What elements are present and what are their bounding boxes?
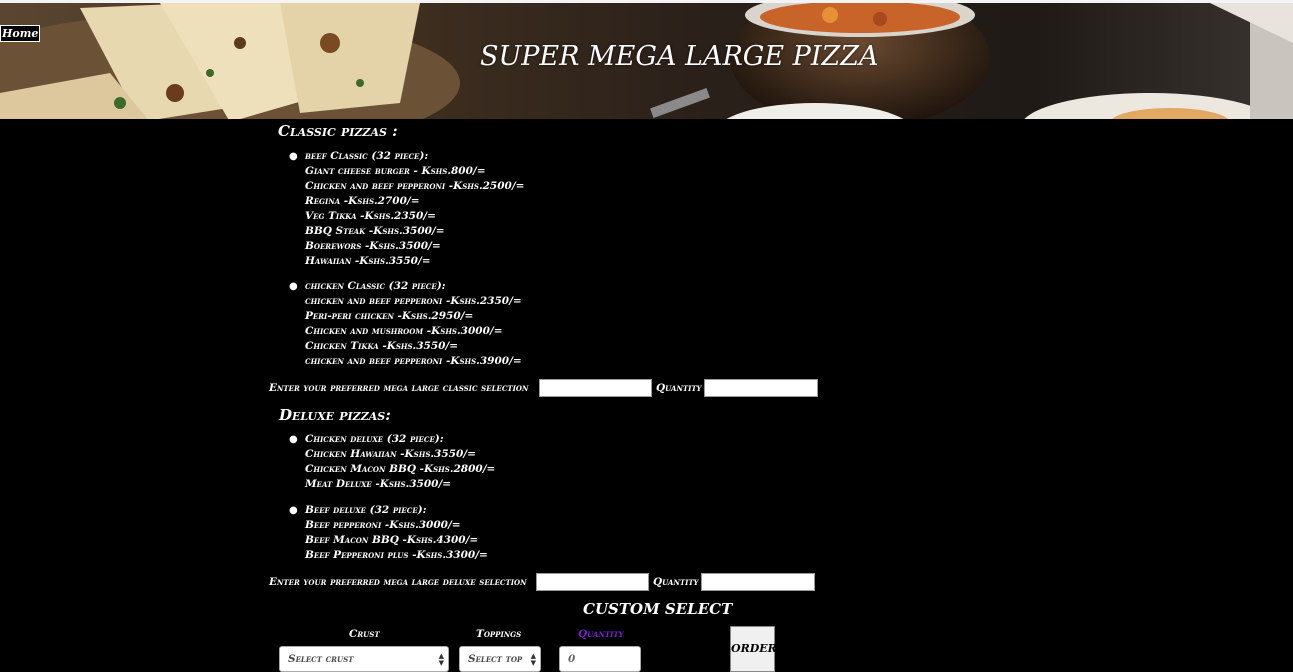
deluxe-selection-label: Enter your preferred mega large deluxe s… xyxy=(269,576,527,588)
classic-pizzas-heading: Classic pizzas : xyxy=(278,122,398,140)
group-title: chicken Classic (32 piece): xyxy=(305,280,446,292)
toppings-select-value: Select top xyxy=(468,653,523,665)
classic-selection-label: Enter your preferred mega large classic … xyxy=(269,382,529,394)
group-title: beef Classic (32 piece): xyxy=(305,150,429,162)
list-item: chicken and beef pepperoni -Kshs.3900/= xyxy=(305,355,522,367)
group-title: Chicken deluxe (32 piece): xyxy=(305,433,444,445)
group-title: Beef deluxe (32 piece): xyxy=(305,504,427,516)
home-link[interactable]: Home xyxy=(0,25,41,42)
deluxe-quantity-label: Quantity xyxy=(653,576,699,588)
list-item: Beef pepperoni -Kshs.3000/= xyxy=(305,519,461,531)
classic-selection-input[interactable] xyxy=(539,379,652,397)
list-item: Chicken and mushroom -Kshs.3000/= xyxy=(305,325,503,337)
list-item: chicken and beef pepperoni -Kshs.2350/= xyxy=(305,295,522,307)
classic-entry-row: Enter your preferred mega large classic … xyxy=(269,379,829,399)
deluxe-quantity-input[interactable] xyxy=(701,573,815,591)
list-item: Peri-peri chicken -Kshs.2950/= xyxy=(305,310,474,322)
list-item: Hawaiian -Kshs.3550/= xyxy=(305,255,431,267)
list-item: Chicken and beef pepperoni -Kshs.2500/= xyxy=(305,180,525,192)
custom-quantity-input[interactable]: 0 xyxy=(559,646,641,672)
list-item: Chicken Hawaiian -Kshs.3550/= xyxy=(305,448,476,460)
select-arrows-icon: ▲ ▼ xyxy=(438,651,444,667)
deluxe-entry-row: Enter your preferred mega large deluxe s… xyxy=(269,573,829,593)
order-button[interactable]: ORDER xyxy=(730,626,777,672)
bullet-icon: ● xyxy=(289,505,298,516)
custom-select-heading: CUSTOM SELECT xyxy=(583,600,733,618)
crust-select-value: Select crust xyxy=(288,653,354,665)
bullet-icon: ● xyxy=(289,434,298,445)
toppings-select[interactable]: Select top ▲ ▼ xyxy=(459,646,541,672)
deluxe-selection-input[interactable] xyxy=(536,573,649,591)
list-item: Beef Macon BBQ -Kshs.4300/= xyxy=(305,534,479,546)
classic-quantity-input[interactable] xyxy=(704,379,818,397)
crust-label: Crust xyxy=(349,628,380,640)
bullet-icon: ● xyxy=(289,281,298,292)
hero-banner: Home SUPER MEGA LARGE PIZZA xyxy=(0,0,1293,119)
list-item: BBQ Steak -Kshs.3500/= xyxy=(305,225,445,237)
bullet-icon: ● xyxy=(289,151,298,162)
list-item: Chicken Tikka -Kshs.3550/= xyxy=(305,340,459,352)
select-arrows-icon: ▲ ▼ xyxy=(530,651,536,667)
list-item: Boerewors -Kshs.3500/= xyxy=(305,240,441,252)
crust-select[interactable]: Select crust ▲ ▼ xyxy=(279,646,449,672)
list-item: Meat Deluxe -Kshs.3500/= xyxy=(305,478,452,490)
custom-quantity-label: Quantity xyxy=(578,628,624,640)
toppings-label: Toppings xyxy=(476,628,522,640)
page: Home SUPER MEGA LARGE PIZZA Classic pizz… xyxy=(0,0,1293,672)
list-item: Chicken Macon BBQ -Kshs.2800/= xyxy=(305,463,496,475)
deluxe-pizzas-heading: Deluxe pizzas: xyxy=(279,406,391,424)
classic-quantity-label: Quantity xyxy=(656,382,702,394)
list-item: Giant cheese burger - Kshs.800/= xyxy=(305,165,486,177)
list-item: Beef Pepperoni plus -Kshs.3300/= xyxy=(305,549,488,561)
list-item: Regina -Kshs.2700/= xyxy=(305,195,420,207)
list-item: Veg Tikka -Kshs.2350/= xyxy=(305,210,436,222)
page-title: SUPER MEGA LARGE PIZZA xyxy=(480,41,879,72)
menu-content: Classic pizzas : ● beef Classic (32 piec… xyxy=(0,119,1293,672)
